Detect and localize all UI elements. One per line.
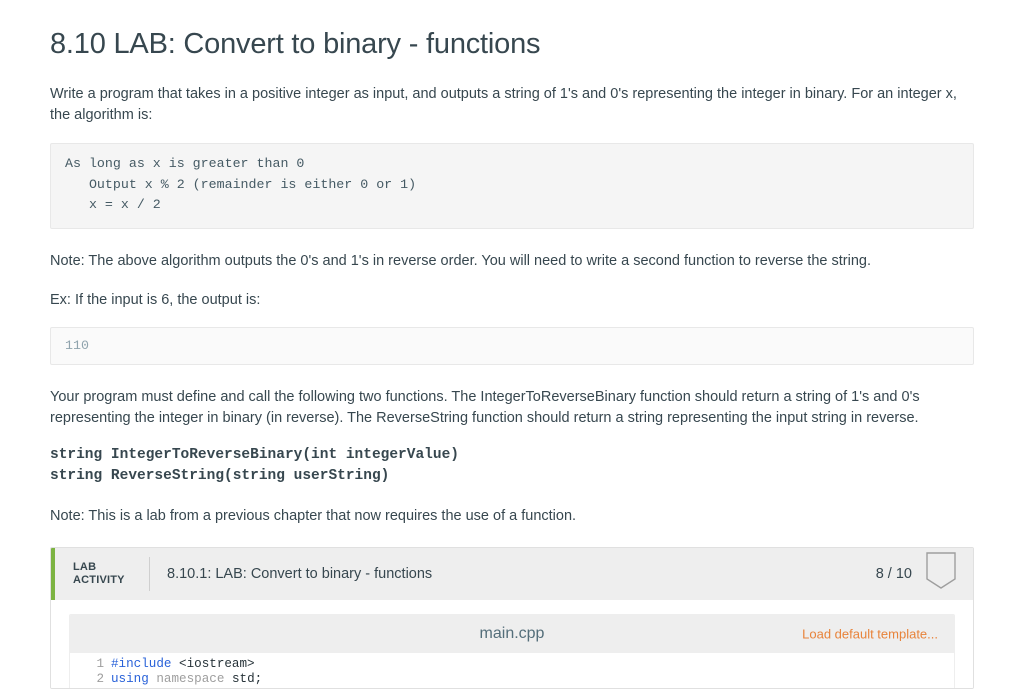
code-area[interactable]: 1 #include <iostream> 2 using namespace std…	[70, 652, 954, 688]
function-signatures: string IntegerToReverseBinary(int intege…	[50, 446, 459, 485]
lab-page: 8.10 LAB: Convert to binary - functions …	[0, 0, 1024, 689]
code-editor: main.cpp Load default template... 1 #incl…	[69, 613, 955, 688]
load-default-template-link[interactable]: Load default template...	[802, 626, 938, 641]
lab-activity-panel: LAB ACTIVITY 8.10.1: LAB: Convert to bin…	[50, 546, 974, 689]
lab-activity-score: 8 / 10	[875, 565, 912, 582]
code-line-content: #include <iostream>	[111, 656, 255, 671]
note-previous-chapter: Note: This is a lab from a previous chap…	[50, 507, 577, 524]
functions-description: Your program must define and call the fo…	[50, 388, 920, 426]
algorithm-pseudocode-block: As long as x is greater than 0 Output x …	[50, 143, 974, 229]
editor-container: main.cpp Load default template... 1 #incl…	[51, 599, 973, 688]
example-output-block: 110	[50, 326, 974, 365]
editor-header: main.cpp Load default template...	[70, 614, 954, 653]
lab-activity-label: LAB ACTIVITY	[73, 560, 125, 586]
editor-filename: main.cpp	[479, 624, 545, 642]
lab-activity-name: 8.10.1: LAB: Convert to binary - functio…	[167, 565, 433, 582]
example-label: Ex: If the input is 6, the output is:	[50, 291, 261, 308]
shield-outline-icon[interactable]	[926, 552, 956, 595]
code-line-content: using namespace std;	[111, 672, 263, 687]
line-number: 2	[96, 672, 104, 687]
intro-paragraph: Write a program that takes in a positive…	[50, 86, 957, 124]
code-line: 1 #include <iostream>	[70, 657, 954, 673]
page-title: 8.10 LAB: Convert to binary - functions	[50, 28, 541, 60]
lab-activity-header: LAB ACTIVITY 8.10.1: LAB: Convert to bin…	[51, 547, 973, 600]
line-number: 1	[96, 656, 104, 671]
code-line: 2 using namespace std;	[70, 672, 954, 688]
note-reverse-order: Note: The above algorithm outputs the 0'…	[50, 252, 871, 269]
